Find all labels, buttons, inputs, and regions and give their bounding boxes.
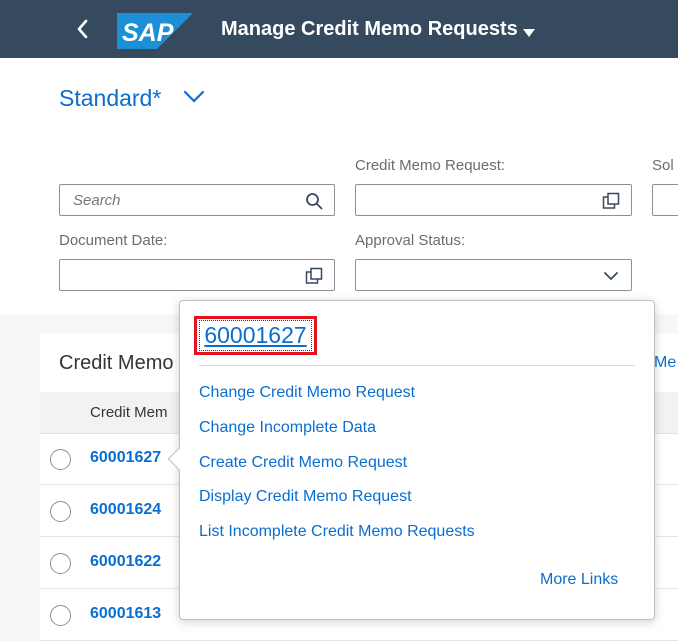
sap-logo-text: SAP <box>122 19 174 47</box>
table-toolbar-link[interactable]: Me <box>654 354 676 372</box>
app-title[interactable]: Manage Credit Memo Requests <box>221 18 518 41</box>
row-select-radio[interactable] <box>50 501 71 522</box>
sold-to-field[interactable] <box>652 184 678 216</box>
credit-memo-link[interactable]: 60001613 <box>90 605 161 623</box>
related-links-popover: 60001627 Change Credit Memo Request Chan… <box>167 300 655 620</box>
row-select-radio[interactable] <box>50 605 71 626</box>
popover-divider <box>199 365 635 366</box>
value-help-icon[interactable] <box>602 192 620 210</box>
variant-title[interactable]: Standard* <box>59 85 161 112</box>
credit-memo-link[interactable]: 60001622 <box>90 553 161 571</box>
caret-down-icon[interactable] <box>522 25 536 37</box>
credit-memo-link[interactable]: 60001627 <box>90 449 161 467</box>
search-placeholder: Search <box>73 192 121 209</box>
credit-memo-request-label: Credit Memo Request: <box>355 157 506 174</box>
row-select-radio[interactable] <box>50 449 71 470</box>
credit-memo-request-field[interactable] <box>355 184 632 216</box>
chevron-down-icon[interactable] <box>182 88 206 104</box>
credit-memo-link[interactable]: 60001624 <box>90 501 161 519</box>
link-display-credit-memo-request[interactable]: Display Credit Memo Request <box>199 488 412 506</box>
approval-status-select[interactable] <box>355 259 632 291</box>
document-date-label: Document Date: <box>59 232 168 249</box>
search-icon[interactable] <box>305 192 323 210</box>
link-list-incomplete-requests[interactable]: List Incomplete Credit Memo Requests <box>199 523 475 541</box>
sold-to-label: Sol <box>652 157 674 174</box>
shell-bar: SAP Manage Credit Memo Requests <box>0 0 678 58</box>
link-change-incomplete-data[interactable]: Change Incomplete Data <box>199 419 376 437</box>
value-help-icon[interactable] <box>305 267 323 285</box>
approval-status-label: Approval Status: <box>355 232 466 249</box>
chevron-down-icon[interactable] <box>602 267 620 285</box>
row-select-radio[interactable] <box>50 553 71 574</box>
link-change-credit-memo-request[interactable]: Change Credit Memo Request <box>199 384 415 402</box>
sap-logo[interactable]: SAP <box>117 13 193 49</box>
filter-header: Standard* Search Credit Memo Request: So… <box>0 58 678 314</box>
table-title: Credit Memo <box>59 352 174 374</box>
popover-title-link[interactable]: 60001627 <box>199 320 312 351</box>
back-icon[interactable] <box>70 14 96 44</box>
document-date-field[interactable] <box>59 259 335 291</box>
link-create-credit-memo-request[interactable]: Create Credit Memo Request <box>199 454 407 472</box>
search-input[interactable]: Search <box>59 184 335 216</box>
column-header-credit-memo[interactable]: Credit Mem <box>90 404 168 421</box>
more-links-button[interactable]: More Links <box>540 571 618 589</box>
